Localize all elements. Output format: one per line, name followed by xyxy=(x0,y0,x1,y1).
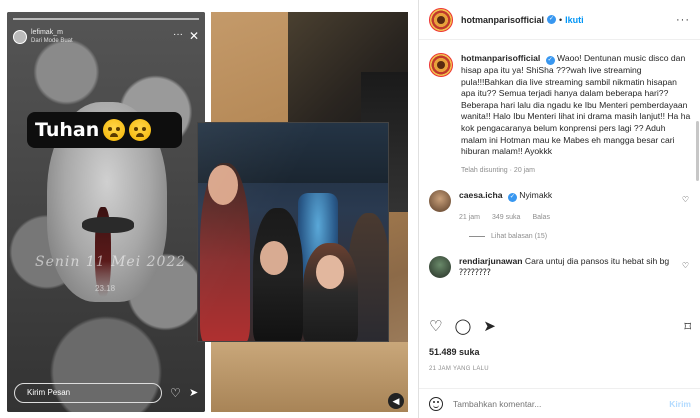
heart-icon[interactable]: ♡ xyxy=(682,195,689,204)
inset-photo xyxy=(197,122,389,342)
story-mouth xyxy=(82,217,134,233)
story-subtitle: Dari Mode Buat xyxy=(31,38,73,44)
post-username[interactable]: hotmanparisofficial xyxy=(461,15,544,25)
comment-item: caesa.icha ✓ Nyimakk 21 jam 349 suka Bal… xyxy=(429,189,691,221)
view-replies-button[interactable]: Lihat balasan (15) xyxy=(469,233,691,240)
story-screenshot: lefimak_m Dari Mode Buat ··· ✕ Tuhan Sen… xyxy=(7,12,205,412)
close-icon: ✕ xyxy=(188,29,199,43)
caption-text: hotmanparisofficial ✓ Waoo! Dentunan mus… xyxy=(461,53,691,158)
story-avatar xyxy=(13,30,27,44)
scrollbar[interactable] xyxy=(696,121,699,181)
caption-body: Waoo! Dentunan music disco dan hisap apa… xyxy=(461,53,691,157)
comment-item: rendiarjunawan Cara untuj dia pansos itu… xyxy=(429,255,691,279)
post-caption: hotmanparisofficial ✓ Waoo! Dentunan mus… xyxy=(429,53,691,174)
avatar[interactable] xyxy=(429,255,451,278)
post-timestamp: 21 JAM YANG LALU xyxy=(429,366,489,372)
follow-button[interactable]: Ikuti xyxy=(565,15,584,25)
send-icon: ➤ xyxy=(189,387,199,399)
caption-meta: Telah disunting · 20 jam xyxy=(461,166,535,174)
add-comment-bar: Kirim xyxy=(419,388,700,418)
mute-icon[interactable]: ◀ xyxy=(388,393,404,409)
heart-icon[interactable]: ♡ xyxy=(682,261,689,270)
post-media[interactable]: lefimak_m Dari Mode Buat ··· ✕ Tuhan Sen… xyxy=(0,0,418,418)
avatar[interactable] xyxy=(429,189,451,212)
more-options-icon[interactable]: ··· xyxy=(676,14,690,26)
post-actions: ♡ ◯ ➤ ⌑ xyxy=(419,314,700,340)
comment-username[interactable]: rendiarjunawan xyxy=(459,256,523,266)
sticker-text: Tuhan xyxy=(35,119,100,141)
story-username: lefimak_m xyxy=(31,29,63,36)
story-signature: Senin 11 Mei 2022 xyxy=(35,254,187,270)
comment-username[interactable]: caesa.icha xyxy=(459,190,502,200)
comment-meta: 21 jam 349 suka Balas xyxy=(459,214,555,221)
story-reply-field: Kirim Pesan xyxy=(14,383,162,403)
comments-list[interactable]: hotmanparisofficial ✓ Waoo! Dentunan mus… xyxy=(419,41,700,304)
view-replies-label: Lihat balasan (15) xyxy=(491,232,548,240)
bookmark-icon[interactable]: ⌑ xyxy=(684,319,691,335)
video-table xyxy=(211,342,408,412)
comment-likes[interactable]: 349 suka xyxy=(492,214,520,221)
comment-time: 21 jam xyxy=(459,213,481,221)
crying-emoji-icon xyxy=(103,119,126,141)
emoji-icon[interactable] xyxy=(429,396,443,411)
avatar[interactable] xyxy=(429,7,453,32)
avatar[interactable] xyxy=(429,53,453,77)
post-comment-button[interactable]: Kirim xyxy=(669,399,691,409)
instagram-post-modal: lefimak_m Dari Mode Buat ··· ✕ Tuhan Sen… xyxy=(0,0,700,418)
post-sidebar: hotmanparisofficial ✓ • Ikuti ··· hotman… xyxy=(418,0,700,418)
divider xyxy=(469,235,485,237)
likes-count[interactable]: 51.489 suka xyxy=(429,347,480,357)
comment-body: Nyimakk xyxy=(519,189,555,200)
comment-text: caesa.icha ✓ Nyimakk xyxy=(459,190,555,202)
share-icon[interactable]: ➤ xyxy=(483,319,496,335)
story-progress-bar xyxy=(13,18,199,20)
caption-username[interactable]: hotmanparisofficial xyxy=(461,53,540,63)
verified-icon: ✓ xyxy=(547,15,557,24)
verified-icon: ✓ xyxy=(507,192,517,202)
reply-button[interactable]: Balas xyxy=(532,214,550,221)
heart-icon: ♡ xyxy=(170,386,181,400)
separator-dot: • xyxy=(559,14,563,25)
post-header: hotmanparisofficial ✓ • Ikuti ··· xyxy=(419,0,700,40)
comment-input[interactable] xyxy=(453,398,670,409)
crying-emoji-icon xyxy=(129,119,152,141)
comment-text: rendiarjunawan Cara untuj dia pansos itu… xyxy=(459,256,691,279)
more-icon: ··· xyxy=(173,29,183,40)
story-sticker: Tuhan xyxy=(27,112,182,148)
story-time: 23.18 xyxy=(95,284,116,293)
like-heart-icon[interactable]: ♡ xyxy=(429,319,442,335)
comment-icon[interactable]: ◯ xyxy=(454,319,471,335)
glass-reflection xyxy=(198,123,388,341)
verified-icon: ✓ xyxy=(545,56,555,65)
